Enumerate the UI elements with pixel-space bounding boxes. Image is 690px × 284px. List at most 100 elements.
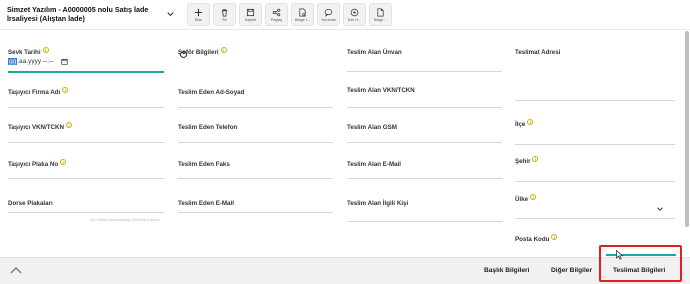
document-info-button[interactable]: Belge İ... [291,3,314,26]
posta-kodu-label: Posta Kodu [515,236,550,243]
comments-button[interactable]: Yorumlar [317,3,340,26]
tasiyici-vkn-input[interactable] [8,142,164,143]
info-icon: i [220,46,227,53]
ulke-dropdown-chevron-icon[interactable] [656,205,664,213]
teslim-eden-email-field: Teslim Eden E-Mail [178,192,234,210]
teslim-eden-telefon-label: Teslim Eden Telefon [178,124,238,131]
teslim-eden-faks-input[interactable] [178,178,333,179]
document-button-label: Belge ... [373,17,388,22]
teslim-alan-ilgili-kisi-label: Teslim Alan İlgili Kişi [347,200,409,207]
info-icon: i [530,193,537,200]
teslim-alan-unvan-input[interactable] [347,71,502,72]
info-icon: i [42,46,49,53]
trash-icon [221,8,228,17]
teslim-alan-gsm-label: Teslim Alan GSM [347,124,397,131]
sevk-tarihi-underline [8,71,164,73]
tasiyici-plaka-label: Taşıyıcı Plaka No [8,161,59,168]
tasiyici-plaka-field: Taşıyıcı Plaka No i [8,153,67,171]
delete-button-label: Sil [222,17,227,22]
sevk-tarihi-input[interactable]: gg .aa.yyyy --:-- [8,57,69,66]
calculator-icon [350,8,359,16]
document-button[interactable]: Belge ... [369,3,392,26]
ilce-label: İlçe [515,121,526,128]
tasiyici-vkn-field: Taşıyıcı VKN/TCKN i [8,116,72,134]
plus-icon [194,8,203,16]
teslimat-adresi-field: Teslimat Adresi [515,41,560,59]
chevron-down-icon[interactable] [167,11,174,17]
teslim-alan-vkn-label: Teslim Alan VKN/TCKN [347,87,415,94]
add-button[interactable]: Ekle [187,3,210,26]
kdv-button-label: Kdv H... [347,17,362,22]
teslim-eden-email-input[interactable] [178,212,333,213]
share-button-label: Paylaş [270,17,283,22]
hint-text: Her Dörtlük Tamamlandığı Gibi Enter'a Ba… [90,218,160,222]
document-settings-icon [299,8,306,16]
teslim-alan-email-input[interactable] [347,178,502,179]
share-button[interactable]: Paylaş [265,3,288,26]
document-info-button-label: Belge İ... [295,17,310,22]
tasiyici-plaka-input[interactable] [8,178,164,179]
ilce-input[interactable] [515,144,675,145]
ulke-label: Ülke [515,196,529,203]
teslim-alan-gsm-input[interactable] [347,142,502,143]
teslim-alan-ilgili-kisi-input[interactable] [347,221,502,222]
teslim-eden-email-label: Teslim Eden E-Mail [178,200,234,207]
tab-baslik-bilgileri[interactable]: Başlık Bilgileri [484,267,529,274]
tasiyici-vkn-label: Taşıyıcı VKN/TCKN [8,124,64,131]
date-rest-segment[interactable]: .aa.yyyy --:-- [17,58,53,65]
teslim-alan-vkn-field: Teslim Alan VKN/TCKN [347,79,415,97]
teslim-eden-faks-field: Teslim Eden Faks [178,153,230,171]
date-day-segment[interactable]: gg [8,58,18,65]
kdv-button[interactable]: Kdv H... [343,3,366,26]
file-icon [377,8,384,16]
posta-kodu-field: Posta Kodu i [515,228,558,246]
sevk-tarihi-label: Sevk Tarihi [8,49,41,56]
sehir-input[interactable] [515,181,675,182]
dorse-plakalari-label: Dorse Plakaları [8,200,53,207]
dorse-plakalari-input[interactable] [8,212,164,213]
toolbar: Ekle Sil Kaydet Paylaş Belge İ... Yoruml… [187,3,392,26]
tasiyici-firma-adi-label: Taşıyıcı Firma Adı [8,89,61,96]
teslim-alan-email-field: Teslim Alan E-Mail [347,153,401,171]
ilce-field: İlçe i [515,113,534,131]
teslimat-adresi-label: Teslimat Adresi [515,49,561,56]
vertical-scrollbar[interactable] [685,31,689,227]
teslim-eden-ad-soyad-input[interactable] [178,107,333,108]
teslim-eden-telefon-field: Teslim Eden Telefon [178,116,237,134]
sehir-label: Şehir [515,158,531,165]
delivery-form: Sevk Tarihi i gg .aa.yyyy --:-- Taşıyıcı F… [0,31,690,257]
header-bar: Simzet Yazılım - A0000005 nolu Satış İad… [0,0,690,30]
calendar-icon[interactable] [61,58,69,65]
info-icon: i [62,86,69,93]
teslim-alan-unvan-field: Teslim Alan Ünvan [347,41,402,59]
teslim-eden-telefon-input[interactable] [178,142,333,143]
teslim-alan-email-label: Teslim Alan E-Mail [347,161,401,168]
teslim-eden-ad-soyad-field: Teslim Eden Ad-Soyad [178,81,244,99]
delete-button[interactable]: Sil [213,3,236,26]
save-icon [246,8,255,16]
sehir-field: Şehir i [515,150,539,168]
page-title: Simzet Yazılım - A0000005 nolu Satış İad… [7,5,149,23]
ulke-select[interactable] [515,218,675,219]
teslim-alan-unvan-label: Teslim Alan Ünvan [347,49,402,56]
comments-button-label: Yorumlar [320,17,337,22]
tab-diger-bilgiler[interactable]: Diğer Bilgiler [551,267,592,274]
share-icon [272,8,281,16]
save-button-label: Kaydet [244,17,257,22]
add-button-label: Ekle [194,17,203,22]
ulke-field: Ülke i [515,188,537,206]
mouse-cursor-icon [616,250,623,260]
teslim-alan-ilgili-kisi-field: Teslim Alan İlgili Kişi [347,192,408,210]
info-icon: i [527,118,534,125]
comment-icon [324,8,333,17]
teslimat-adresi-input[interactable] [515,100,675,101]
info-icon: i [65,121,72,128]
info-icon: i [60,158,67,165]
teslim-alan-vkn-input[interactable] [347,107,502,108]
save-button[interactable]: Kaydet [239,3,262,26]
teslim-eden-faks-label: Teslim Eden Faks [178,161,230,168]
tasiyici-firma-adi-input[interactable] [8,107,164,108]
add-driver-icon[interactable]: + [180,51,187,58]
info-icon: i [551,233,558,240]
chevron-up-icon[interactable] [10,266,22,275]
